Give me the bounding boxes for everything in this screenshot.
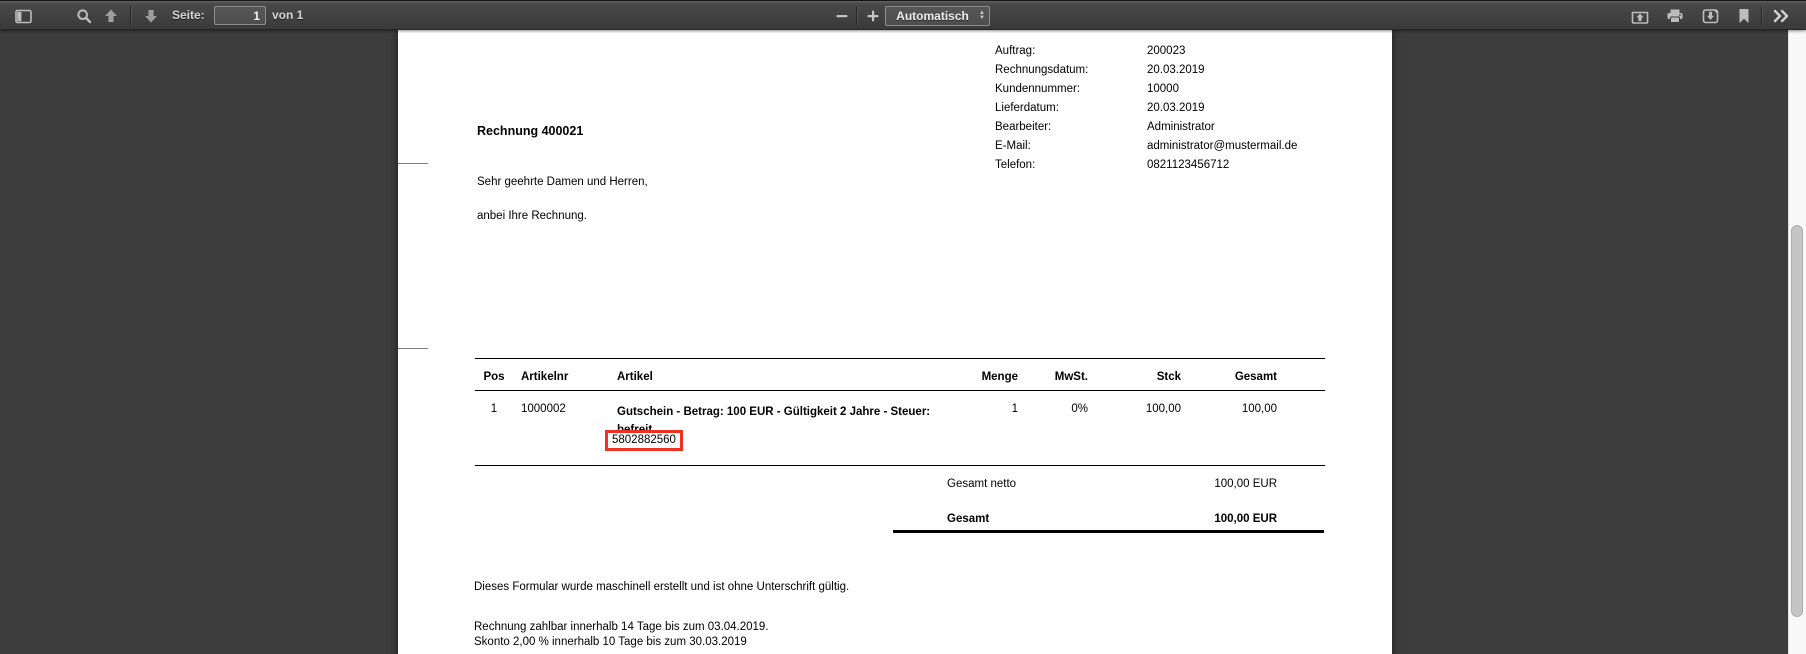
invoice-info-labels: Auftrag: Rechnungsdatum: Kundennummer: L… <box>995 42 1088 175</box>
item-code: 5802882560 <box>612 434 676 446</box>
zoom-out-button[interactable] <box>829 4 855 28</box>
total-double-rule <box>893 530 1324 533</box>
col-header-artikelnr: Artikelnr <box>521 371 596 383</box>
vertical-scrollbar-thumb[interactable] <box>1791 225 1803 617</box>
item-gesamt: 100,00 <box>1177 403 1277 415</box>
search-button[interactable] <box>71 4 97 28</box>
sidebar-toggle-button[interactable] <box>10 4 36 28</box>
col-header-mwst: MwSt. <box>1012 371 1088 383</box>
vertical-scrollbar-track[interactable] <box>1788 30 1806 654</box>
col-header-pos: Pos <box>482 371 506 383</box>
item-pos: 1 <box>482 403 506 415</box>
fold-mark <box>398 348 428 349</box>
download-icon <box>1702 8 1719 24</box>
page-count-label: von 1 <box>272 1 303 30</box>
zoom-select-value: Automatisch <box>886 9 979 23</box>
footer-note: Dieses Formular wurde maschinell erstell… <box>474 581 849 593</box>
fold-mark <box>398 163 428 164</box>
payment-term-line: Skonto 2,00 % innerhalb 10 Tage bis zum … <box>474 635 769 650</box>
total-value: 100,00 EUR <box>1098 513 1277 525</box>
page-down-button[interactable] <box>138 4 164 28</box>
page-number-input[interactable] <box>214 6 266 25</box>
zoom-in-icon <box>866 9 880 23</box>
col-header-gesamt: Gesamt <box>1177 371 1277 383</box>
info-label: Kundennummer: <box>995 80 1088 99</box>
total-netto-label: Gesamt netto <box>947 478 1016 490</box>
secondary-toolbar-toggle-button[interactable] <box>1768 4 1794 28</box>
sidebar-toggle-icon <box>15 9 32 24</box>
open-file-button[interactable] <box>1627 4 1653 28</box>
toolbar-separator <box>856 6 857 25</box>
info-label: Telefon: <box>995 156 1088 175</box>
info-label: E-Mail: <box>995 137 1088 156</box>
download-button[interactable] <box>1697 4 1723 28</box>
footer-payment-terms: Rechnung zahlbar innerhalb 14 Tage bis z… <box>474 620 769 650</box>
info-value: 10000 <box>1147 80 1307 99</box>
bookmark-icon <box>1738 8 1750 24</box>
info-value-email: administrator@mustermail.de <box>1147 137 1307 156</box>
toolbar-separator <box>1761 6 1762 25</box>
col-header-artikel: Artikel <box>617 371 949 383</box>
info-label: Auftrag: <box>995 42 1088 61</box>
item-menge: 1 <box>948 403 1018 415</box>
invoice-title: Rechnung 400021 <box>477 124 583 138</box>
pdf-viewer-toolbar: Seite: von 1 Automatisch ▲▼ <box>0 0 1806 30</box>
bookmark-button[interactable] <box>1731 4 1757 28</box>
pdf-page: Auftrag: Rechnungsdatum: Kundennummer: L… <box>398 30 1392 654</box>
zoom-out-icon <box>835 9 849 23</box>
info-value: 20.03.2019 <box>1147 61 1307 80</box>
table-rule-top <box>475 358 1325 359</box>
total-label: Gesamt <box>947 513 989 525</box>
info-value: Administrator <box>1147 118 1307 137</box>
zoom-in-button[interactable] <box>860 4 886 28</box>
total-netto-value: 100,00 EUR <box>1098 478 1277 490</box>
page-down-icon <box>143 8 159 24</box>
table-rule-header <box>475 390 1325 391</box>
info-label: Bearbeiter: <box>995 118 1088 137</box>
item-mwst: 0% <box>1012 403 1088 415</box>
col-header-menge: Menge <box>948 371 1018 383</box>
dropdown-spinner-icon: ▲▼ <box>979 11 989 21</box>
print-button[interactable] <box>1662 4 1688 28</box>
page-up-icon <box>103 8 119 24</box>
print-icon <box>1666 8 1684 24</box>
open-file-icon <box>1631 8 1649 24</box>
zoom-select-dropdown[interactable]: Automatisch ▲▼ <box>885 6 990 26</box>
toolbar-separator <box>130 6 131 25</box>
page-up-button[interactable] <box>98 4 124 28</box>
greeting-text: Sehr geehrte Damen und Herren, <box>477 176 648 188</box>
invoice-info-values: 200023 20.03.2019 10000 20.03.2019 Admin… <box>1147 42 1307 175</box>
info-value-phone: 0821123456712 <box>1147 156 1307 175</box>
table-rule-bottom <box>475 465 1325 466</box>
payment-term-line: Rechnung zahlbar innerhalb 14 Tage bis z… <box>474 620 769 635</box>
item-code-highlight-box: 5802882560 <box>605 430 683 451</box>
page-label: Seite: <box>172 1 205 30</box>
info-label: Rechnungsdatum: <box>995 61 1088 80</box>
item-artikelnr: 1000002 <box>521 403 596 415</box>
search-icon <box>76 8 92 24</box>
item-stck: 100,00 <box>1081 403 1181 415</box>
chevron-double-right-icon <box>1772 9 1790 23</box>
info-label: Lieferdatum: <box>995 99 1088 118</box>
intro-text: anbei Ihre Rechnung. <box>477 210 587 222</box>
col-header-stck: Stck <box>1081 371 1181 383</box>
info-value: 20.03.2019 <box>1147 99 1307 118</box>
info-value: 200023 <box>1147 42 1307 61</box>
